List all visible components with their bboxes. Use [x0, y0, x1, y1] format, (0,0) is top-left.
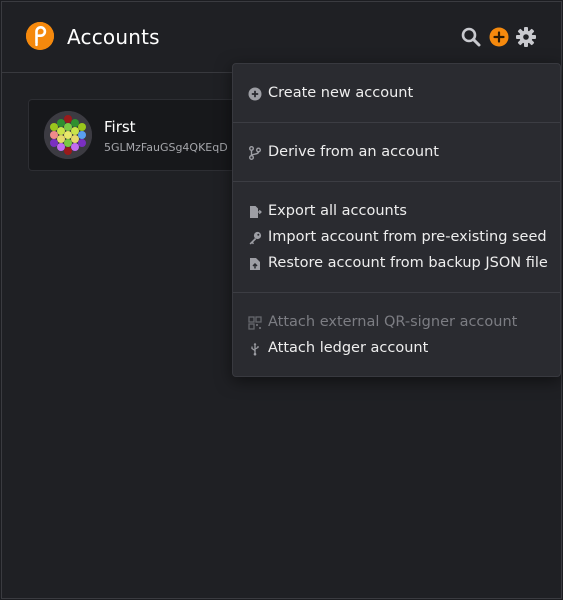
menu-item-derive-account[interactable]: Derive from an account: [248, 141, 439, 163]
account-name: First: [104, 118, 136, 136]
file-upload-icon: [248, 256, 262, 270]
account-address: 5GLMzFauGSg4QKEqD: [104, 141, 228, 154]
menu-item-label: Create new account: [268, 85, 414, 101]
search-icon[interactable]: [460, 26, 482, 48]
key-icon: [248, 230, 262, 245]
menu-item-label: Attach ledger account: [268, 340, 429, 356]
extension-window: Accounts First 5GLMzFauGSg4QKEqD Create …: [1, 1, 562, 599]
menu-item-attach-qr-signer: Attach external QR-signer account: [248, 311, 517, 333]
menu-item-restore-from-json[interactable]: Restore account from backup JSON file: [248, 252, 548, 274]
menu-item-import-from-seed[interactable]: Import account from pre-existing seed: [248, 226, 547, 248]
menu-divider: [233, 122, 560, 123]
menu-divider: [233, 292, 560, 293]
plus-circle-icon: [248, 86, 262, 101]
menu-item-label: Restore account from backup JSON file: [268, 255, 548, 271]
menu-item-label: Import account from pre-existing seed: [268, 229, 547, 245]
file-export-icon: [248, 204, 262, 218]
add-account-menu: Create new account Derive from an accoun…: [232, 63, 561, 377]
settings-icon[interactable]: [515, 26, 537, 48]
add-icon: [489, 27, 509, 47]
polkadot-logo-icon: [26, 22, 54, 50]
identicon-avatar: [44, 111, 92, 159]
add-account-button[interactable]: [488, 26, 510, 48]
menu-item-label: Attach external QR-signer account: [268, 314, 518, 330]
menu-item-export-all-accounts[interactable]: Export all accounts: [248, 200, 407, 222]
menu-divider: [233, 181, 560, 182]
menu-item-label: Derive from an account: [268, 144, 439, 160]
usb-icon: [248, 341, 262, 356]
menu-item-attach-ledger[interactable]: Attach ledger account: [248, 337, 428, 359]
qrcode-icon: [248, 315, 262, 330]
menu-item-create-new-account[interactable]: Create new account: [248, 82, 413, 104]
menu-item-label: Export all accounts: [268, 203, 407, 219]
page-title: Accounts: [67, 25, 160, 49]
branch-icon: [248, 145, 262, 160]
